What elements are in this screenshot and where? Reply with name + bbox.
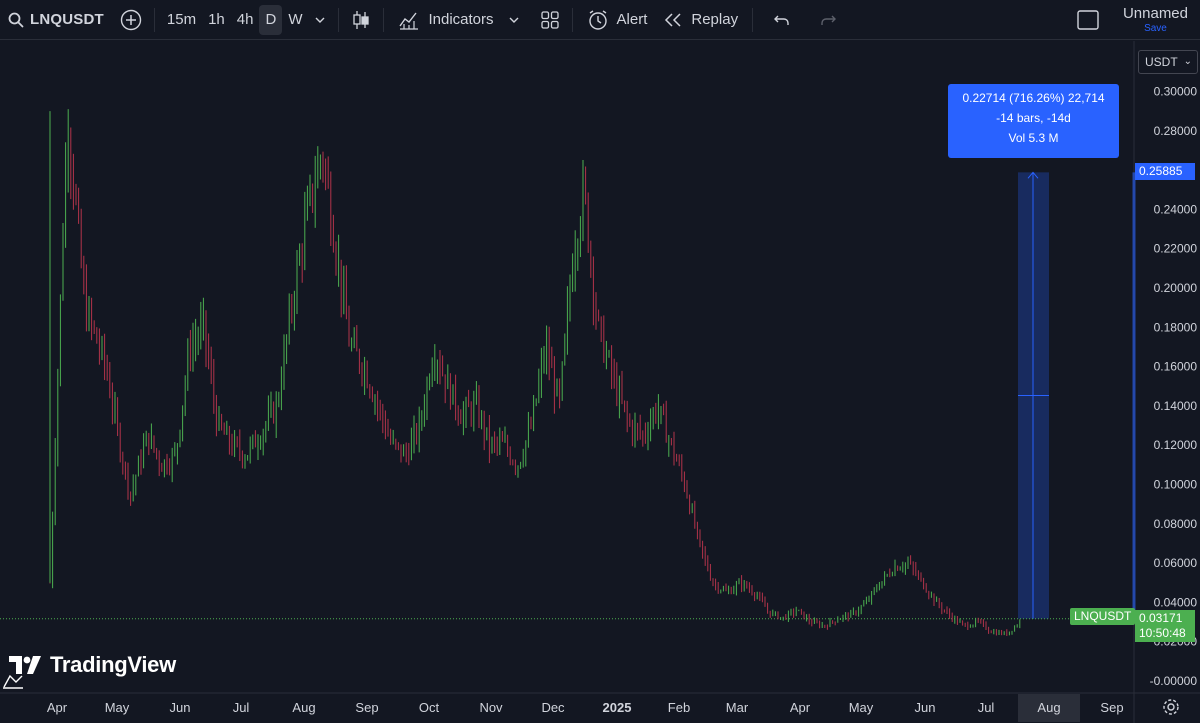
- alert-label: Alert: [616, 11, 648, 28]
- time-tick-label: Jul: [978, 700, 995, 715]
- save-label: Save: [1144, 23, 1167, 34]
- time-tick-label: Sep: [1100, 700, 1123, 715]
- time-tick-label: 2025: [603, 700, 632, 715]
- measure-top-price-label: 0.25885: [1135, 163, 1195, 180]
- time-tick-label: Jun: [915, 700, 936, 715]
- price-tick-label: 0.30000: [1154, 85, 1198, 99]
- time-tick-label: Jul: [233, 700, 250, 715]
- tradingview-logo[interactable]: TradingView: [8, 652, 176, 678]
- price-tick-label: 0.18000: [1154, 320, 1198, 334]
- symbol-name: LNQUSDT: [30, 11, 104, 28]
- chart-type-button[interactable]: [345, 5, 377, 35]
- price-tick-label: 0.08000: [1154, 517, 1198, 531]
- search-icon: [8, 12, 30, 28]
- drawing-tools-icon[interactable]: [2, 672, 24, 695]
- time-tick-label: May: [105, 700, 130, 715]
- time-tick-label: Nov: [479, 700, 503, 715]
- price-tick-label: 0.04000: [1154, 595, 1198, 609]
- price-tick-label: -0.00000: [1150, 674, 1198, 688]
- compare-symbol-button[interactable]: [114, 5, 148, 35]
- redo-button[interactable]: [813, 5, 843, 35]
- indicators-label: Indicators: [428, 11, 494, 28]
- time-tick-label: Apr: [47, 700, 68, 715]
- time-tick-label: Aug: [292, 700, 315, 715]
- bar-countdown-label: 10:50:48: [1135, 625, 1195, 642]
- replay-button[interactable]: Replay: [655, 5, 746, 35]
- layout-square-icon[interactable]: [1077, 10, 1099, 30]
- price-tick-label: 0.24000: [1154, 202, 1198, 216]
- time-tick-label: Oct: [419, 700, 440, 715]
- time-tick-label: Dec: [541, 700, 565, 715]
- interval-w[interactable]: W: [282, 5, 308, 35]
- indicators-dropdown[interactable]: [502, 5, 526, 35]
- chevron-down-icon: ⌄: [1183, 56, 1192, 67]
- price-tick-label: 0.06000: [1154, 556, 1198, 570]
- undo-button[interactable]: [767, 5, 797, 35]
- indicators-button[interactable]: Indicators: [390, 5, 501, 35]
- time-tick-label: Aug: [1037, 700, 1060, 715]
- interval-15m[interactable]: 15m: [161, 5, 202, 35]
- price-tick-label: 0.22000: [1154, 242, 1198, 256]
- tradingview-logo-text: TradingView: [50, 652, 176, 677]
- time-tick-label: Jun: [170, 700, 191, 715]
- price-tick-label: 0.28000: [1154, 124, 1198, 138]
- rewind-icon: [663, 12, 683, 28]
- measure-change: 0.22714 (716.26%) 22,714: [962, 91, 1105, 105]
- time-tick-label: Feb: [668, 700, 690, 715]
- price-tick-label: 0.20000: [1154, 281, 1198, 295]
- layout-name: Unnamed: [1122, 5, 1188, 22]
- templates-button[interactable]: [534, 5, 566, 35]
- top-toolbar: LNQUSDT 15m 1h 4h D W Indicators Alert R…: [0, 0, 1200, 40]
- interval-d[interactable]: D: [259, 4, 283, 35]
- layout-area: Unnamed Save: [1077, 0, 1200, 40]
- toolbar-divider: [153, 7, 155, 32]
- replay-label: Replay: [691, 11, 739, 28]
- alarm-clock-icon: [587, 9, 609, 31]
- chevron-down-icon: [508, 14, 520, 26]
- alert-button[interactable]: Alert: [579, 5, 656, 35]
- time-tick-label: Apr: [790, 700, 811, 715]
- time-tick-label: Mar: [726, 700, 749, 715]
- toolbar-divider: [338, 7, 340, 32]
- measure-tooltip: 0.22714 (716.26%) 22,714 -14 bars, -14d …: [948, 84, 1119, 158]
- time-tick-label: May: [849, 700, 874, 715]
- toolbar-divider: [752, 7, 754, 32]
- indicators-icon: [398, 10, 420, 30]
- settings-gear-icon[interactable]: [1162, 698, 1180, 721]
- symbol-search[interactable]: LNQUSDT: [0, 0, 114, 40]
- interval-1h[interactable]: 1h: [202, 5, 231, 35]
- interval-4h[interactable]: 4h: [231, 5, 260, 35]
- redo-icon: [819, 12, 837, 28]
- grid-icon: [540, 10, 560, 30]
- price-tick-label: 0.14000: [1154, 399, 1198, 413]
- candles-icon: [351, 9, 371, 31]
- layout-name-button[interactable]: Unnamed Save: [1113, 6, 1200, 34]
- measure-bars: -14 bars, -14d: [996, 111, 1071, 125]
- undo-icon: [773, 12, 791, 28]
- plus-circle-icon: [120, 9, 142, 31]
- last-price-symbol-label: LNQUSDT: [1070, 608, 1136, 625]
- chevron-down-icon: [314, 14, 326, 26]
- price-tick-label: 0.12000: [1154, 438, 1198, 452]
- toolbar-divider: [383, 7, 385, 32]
- currency-value: USDT: [1145, 55, 1178, 69]
- price-tick-label: 0.10000: [1154, 478, 1198, 492]
- measure-volume: Vol 5.3 M: [1008, 131, 1059, 145]
- time-tick-label: Sep: [355, 700, 378, 715]
- interval-dropdown[interactable]: [308, 5, 332, 35]
- currency-selector[interactable]: USDT ⌄: [1138, 50, 1198, 74]
- toolbar-divider: [571, 7, 573, 32]
- price-tick-label: 0.16000: [1154, 360, 1198, 374]
